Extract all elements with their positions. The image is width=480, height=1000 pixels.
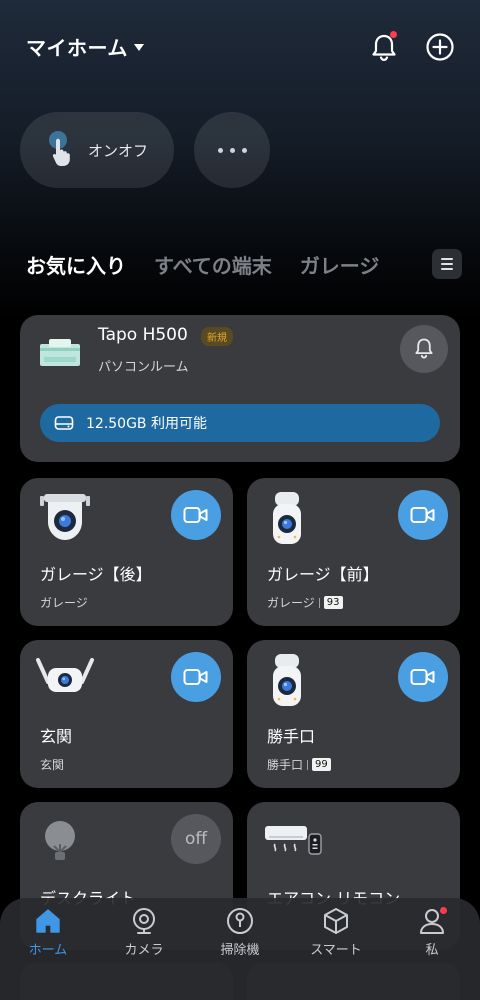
device-room-row: 玄関	[40, 756, 64, 773]
video-camera-icon	[410, 507, 435, 523]
notifications-button[interactable]	[366, 30, 402, 66]
tap-hand-icon	[49, 131, 70, 166]
camera-icon	[133, 908, 155, 934]
nav-vacuum[interactable]: 掃除機	[200, 906, 280, 970]
nav-home-label: ホーム	[28, 943, 68, 958]
room-tabs: お気に入り すべての端末 ガレージ	[26, 248, 462, 280]
tab-menu-button[interactable]	[432, 249, 462, 279]
more-dot	[241, 147, 247, 153]
hub-device-icon	[40, 339, 80, 366]
onoff-label: オンオフ	[88, 141, 149, 160]
device-name: 勝手口	[267, 727, 316, 746]
device-name: 玄関	[40, 727, 73, 746]
device-room-row: ガレージ	[40, 594, 88, 611]
dome-camera-icon	[40, 494, 90, 540]
separator	[307, 759, 309, 770]
nav-vacuum-label: 掃除機	[220, 943, 260, 958]
storage-bar[interactable]: 12.50GB 利用可能	[40, 404, 440, 442]
device-name: ガレージ【前】	[267, 565, 379, 584]
nav-me[interactable]: 私	[392, 906, 472, 970]
tab-all-devices[interactable]: すべての端末	[154, 250, 272, 279]
home-title: マイホーム	[26, 36, 128, 60]
more-shortcuts-button[interactable]	[194, 112, 270, 188]
new-badge: 新規	[201, 327, 233, 346]
chevron-down-icon	[133, 44, 144, 51]
count-badge: 93	[323, 596, 343, 609]
live-view-button[interactable]	[171, 652, 221, 702]
live-view-button[interactable]	[398, 490, 448, 540]
video-camera-icon	[183, 507, 208, 523]
more-dots-icon	[217, 147, 223, 153]
nav-home[interactable]: ホーム	[8, 906, 88, 970]
menu-icon	[441, 258, 453, 260]
device-card-garage-front[interactable]: ガレージ【前】 ガレージ 93	[247, 478, 460, 626]
device-card-entrance[interactable]: 玄関 玄関	[20, 640, 233, 788]
menu-line	[441, 263, 453, 265]
tab-favorites[interactable]: お気に入り	[26, 250, 126, 279]
video-camera-icon	[410, 669, 435, 685]
device-card-garage-rear[interactable]: ガレージ【後】 ガレージ	[20, 478, 233, 626]
more-dot	[229, 147, 235, 153]
home-icon	[36, 909, 60, 933]
device-room: 玄関	[40, 758, 65, 772]
cube-icon	[324, 908, 348, 934]
nav-smart[interactable]: スマート	[296, 906, 376, 970]
nav-camera[interactable]: カメラ	[104, 906, 184, 970]
device-room-row: ガレージ 93	[267, 594, 343, 611]
home-selector[interactable]: マイホーム	[26, 32, 144, 61]
hub-room: パソコンルーム	[98, 360, 189, 375]
light-bulb-icon	[45, 821, 75, 860]
device-name: ガレージ【後】	[40, 565, 152, 584]
header: マイホーム	[0, 0, 480, 96]
storage-text: 12.50GB 利用可能	[86, 416, 207, 432]
notification-dot	[390, 31, 397, 38]
hub-name: Tapo H500	[98, 325, 188, 345]
add-button[interactable]	[424, 31, 456, 63]
live-view-button[interactable]	[398, 652, 448, 702]
device-room: ガレージ	[267, 596, 315, 610]
storage-drive-icon	[54, 416, 74, 430]
notification-dot	[440, 907, 447, 914]
separator	[318, 597, 320, 608]
device-card-back-door[interactable]: 勝手口 勝手口 99	[247, 640, 460, 788]
nav-me-label: 私	[425, 943, 439, 958]
device-room: 勝手口	[267, 758, 304, 772]
live-view-button[interactable]	[171, 490, 221, 540]
air-conditioner-remote-icon	[265, 826, 322, 855]
video-camera-icon	[183, 669, 208, 685]
nav-smart-label: スマート	[310, 943, 362, 958]
onoff-shortcut[interactable]: オンオフ	[20, 112, 174, 188]
tab-garage[interactable]: ガレージ	[300, 250, 380, 279]
bottom-navigation: ホーム カメラ 掃除機 スマート 私	[0, 898, 480, 1000]
nav-camera-label: カメラ	[124, 943, 164, 958]
outdoor-camera-icon	[36, 658, 94, 692]
bell-icon	[415, 338, 433, 359]
menu-line	[441, 268, 453, 270]
bullet-camera-icon	[273, 654, 301, 706]
count-badge: 99	[312, 758, 331, 771]
device-room-row: 勝手口 99	[267, 756, 331, 773]
quick-actions: オンオフ	[20, 112, 270, 188]
hub-card[interactable]: Tapo H500 新規 パソコンルーム 12.50GB 利用可能	[20, 315, 460, 462]
bullet-camera-icon	[273, 492, 301, 544]
robot-vacuum-icon	[227, 908, 253, 934]
hub-chime-button[interactable]	[400, 325, 448, 373]
plus-circle-icon	[426, 33, 454, 61]
power-toggle-button[interactable]: off	[171, 814, 221, 864]
device-room: ガレージ	[40, 596, 88, 610]
